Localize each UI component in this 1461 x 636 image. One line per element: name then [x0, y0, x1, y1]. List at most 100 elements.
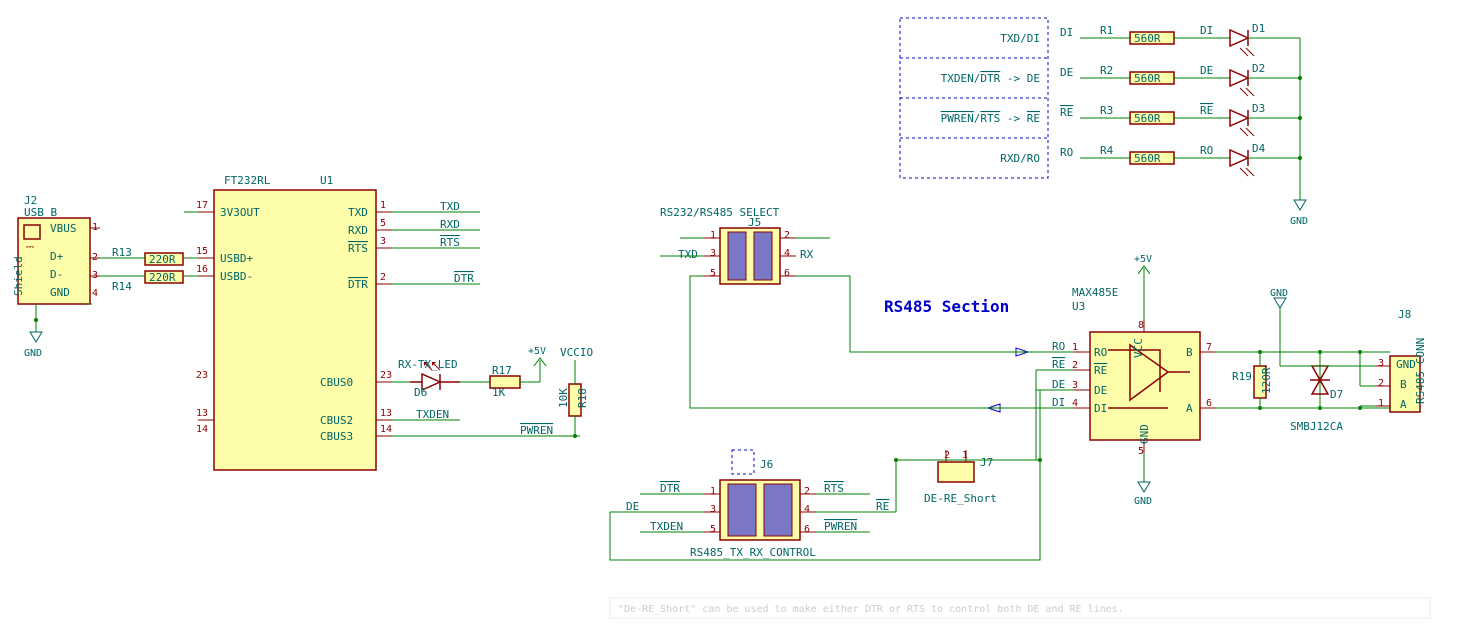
u3-left-nets: RO RE DE DI — [988, 340, 1074, 412]
svg-text:2: 2 — [1072, 360, 1078, 371]
svg-text:D4: D4 — [1252, 142, 1266, 155]
svg-text:⎓: ⎓ — [26, 242, 34, 253]
svg-text:RE: RE — [1200, 104, 1213, 117]
svg-text:VBUS: VBUS — [50, 222, 77, 235]
svg-text:GND: GND — [1138, 424, 1151, 444]
svg-text:MAX485E: MAX485E — [1072, 286, 1118, 299]
svg-text:1: 1 — [1072, 342, 1078, 353]
svg-text:DE: DE — [626, 500, 639, 513]
svg-text:5: 5 — [380, 218, 386, 229]
svg-text:PWREN/RTS -> RE: PWREN/RTS -> RE — [941, 112, 1040, 125]
svg-text:RXD/RO: RXD/RO — [1000, 152, 1040, 165]
svg-text:2: 2 — [1378, 378, 1384, 389]
svg-text:13: 13 — [380, 408, 392, 419]
svg-text:RE: RE — [1094, 364, 1107, 377]
svg-text:RS232/RS485 SELECT: RS232/RS485 SELECT — [660, 206, 780, 219]
svg-text:3: 3 — [710, 248, 716, 259]
svg-text:GND: GND — [1290, 216, 1308, 227]
svg-text:RE: RE — [1060, 106, 1073, 119]
svg-text:SMBJ12CA: SMBJ12CA — [1290, 420, 1343, 433]
u1-ref: U1 — [320, 174, 333, 187]
svg-text:14: 14 — [380, 424, 392, 435]
svg-text:J5: J5 — [748, 216, 761, 229]
svg-text:TXDEN: TXDEN — [650, 520, 683, 533]
led-row-1: DE R2 560R DE D2 — [1060, 62, 1300, 96]
svg-text:CBUS0: CBUS0 — [320, 376, 353, 389]
rx-tx-led-circuit: 23 D6 RX-TX_LED R17 1K +5V — [380, 346, 546, 399]
svg-text:R17: R17 — [492, 364, 512, 377]
svg-text:D-: D- — [50, 268, 63, 281]
svg-text:D7: D7 — [1330, 388, 1343, 401]
svg-text:RTS: RTS — [440, 236, 460, 249]
svg-text:3: 3 — [1072, 380, 1078, 391]
svg-text:13: 13 — [196, 408, 208, 419]
svg-text:5: 5 — [1138, 446, 1144, 457]
svg-text:PWREN: PWREN — [520, 424, 553, 437]
svg-text:560R: 560R — [1134, 112, 1161, 125]
svg-text:1: 1 — [1378, 398, 1384, 409]
svg-text:14: 14 — [196, 424, 208, 435]
svg-text:RO: RO — [1060, 146, 1073, 159]
svg-text:3: 3 — [380, 236, 386, 247]
svg-text:8: 8 — [1138, 320, 1144, 331]
svg-text:+5V: +5V — [1134, 254, 1152, 265]
svg-text:TXD/DI: TXD/DI — [1000, 32, 1040, 45]
svg-text:7: 7 — [1206, 342, 1212, 353]
svg-text:RS485_TX_RX_CONTROL: RS485_TX_RX_CONTROL — [690, 546, 816, 559]
svg-text:1: 1 — [380, 200, 386, 211]
led-row-3: RO R4 560R RO D4 — [1060, 142, 1300, 176]
j2-val: USB_B — [24, 206, 57, 219]
svg-text:3: 3 — [710, 504, 716, 515]
svg-text:RXD: RXD — [440, 218, 460, 231]
svg-text:DTR: DTR — [348, 278, 368, 291]
svg-text:1: 1 — [710, 486, 716, 497]
svg-text:D6: D6 — [414, 386, 427, 399]
svg-text:A: A — [1186, 402, 1193, 415]
svg-text:GND: GND — [1134, 496, 1152, 507]
svg-text:B: B — [1186, 346, 1193, 359]
svg-text:B: B — [1400, 378, 1407, 391]
svg-text:TXDEN: TXDEN — [416, 408, 449, 421]
svg-text:J6: J6 — [760, 458, 773, 471]
svg-text:DE: DE — [1200, 64, 1213, 77]
svg-text:R1: R1 — [1100, 24, 1113, 37]
svg-text:DI: DI — [1094, 402, 1107, 415]
svg-text:DTR: DTR — [454, 272, 474, 285]
svg-text:RTS: RTS — [348, 242, 368, 255]
svg-text:DTR: DTR — [660, 482, 680, 495]
svg-text:RTS: RTS — [824, 482, 844, 495]
svg-text:RE: RE — [876, 500, 889, 513]
svg-text:R19: R19 — [1232, 370, 1252, 383]
svg-text:R4: R4 — [1100, 144, 1114, 157]
svg-text:3: 3 — [1378, 358, 1384, 369]
svg-text:4: 4 — [784, 248, 790, 259]
schematic-canvas: J2 USB_B ⎓ VBUS D+ D- GND Shield 1 2 3 4… — [0, 0, 1461, 636]
svg-text:4: 4 — [804, 504, 810, 515]
svg-text:J7: J7 — [980, 456, 993, 469]
svg-text:2: 2 — [380, 272, 386, 283]
svg-text:R18: R18 — [576, 388, 589, 408]
svg-text:RX: RX — [800, 248, 814, 261]
svg-text:TXD: TXD — [440, 200, 460, 213]
svg-text:5: 5 — [710, 524, 716, 535]
svg-text:DE: DE — [1060, 66, 1073, 79]
signal-mapping-box: TXD/DI TXDEN/DTR -> DE PWREN/RTS -> RE R… — [900, 18, 1048, 178]
section-title: RS485 Section — [884, 297, 1009, 316]
svg-text:DE: DE — [1094, 384, 1107, 397]
svg-text:D1: D1 — [1252, 22, 1265, 35]
svg-text:DE-RE_Short: DE-RE_Short — [924, 492, 997, 505]
svg-text:R14: R14 — [112, 280, 132, 293]
svg-text:R2: R2 — [1100, 64, 1113, 77]
svg-text:GND: GND — [1270, 288, 1288, 299]
svg-text:560R: 560R — [1134, 152, 1161, 165]
u3-max485: U3 MAX485E 1RO 2RE 3DE 4DI 7B 6A 8VCC 5G… — [1072, 254, 1216, 507]
j5-u3-wires — [660, 238, 1036, 408]
svg-text:17: 17 — [196, 200, 208, 211]
svg-text:D+: D+ — [50, 250, 64, 263]
svg-text:DI: DI — [1200, 24, 1213, 37]
svg-text:RO: RO — [1052, 340, 1065, 353]
svg-text:DE: DE — [1052, 378, 1065, 391]
svg-text:CBUS2: CBUS2 — [320, 414, 353, 427]
svg-text:16: 16 — [196, 264, 208, 275]
svg-text:4: 4 — [1072, 398, 1078, 409]
